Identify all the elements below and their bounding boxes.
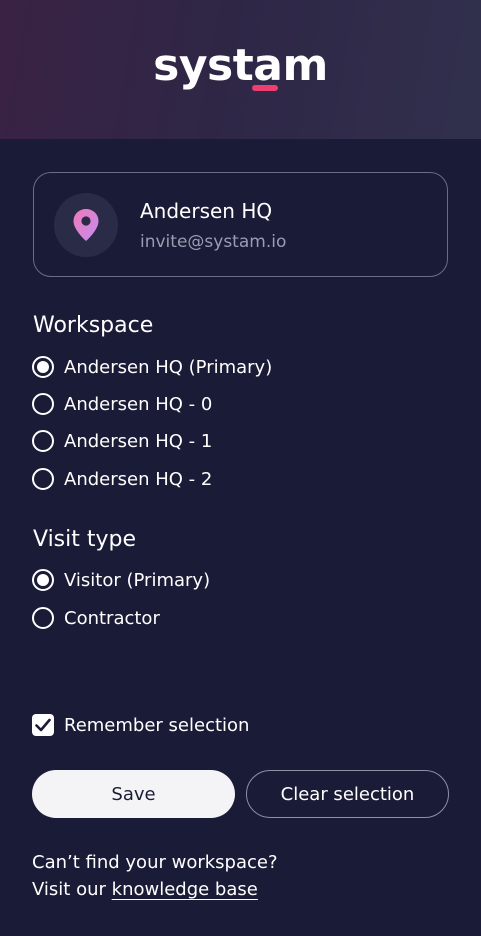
radio-button-selected[interactable]: [32, 356, 54, 378]
help-text-line1: Can’t find your workspace?: [32, 852, 278, 873]
visit-type-option-visitor[interactable]: Visitor (Primary): [32, 568, 210, 592]
save-button[interactable]: Save: [32, 770, 235, 818]
remember-selection-label: Remember selection: [64, 714, 250, 736]
radio-button[interactable]: [32, 468, 54, 490]
visit-type-section-title: Visit type: [33, 527, 137, 552]
clear-selection-button[interactable]: Clear selection: [246, 770, 449, 818]
location-card: Andersen HQ invite@systam.io: [33, 172, 448, 277]
workspace-section-title: Workspace: [33, 313, 154, 338]
remember-selection-checkbox[interactable]: [32, 714, 54, 736]
knowledge-base-link[interactable]: knowledge base: [112, 879, 258, 900]
radio-button-selected[interactable]: [32, 569, 54, 591]
visit-type-option-label: Contractor: [64, 607, 160, 629]
location-name: Andersen HQ: [140, 199, 273, 223]
workspace-option-2[interactable]: Andersen HQ - 2: [32, 467, 212, 491]
radio-button[interactable]: [32, 430, 54, 452]
location-email: invite@systam.io: [140, 232, 287, 252]
workspace-option-label: Andersen HQ - 1: [64, 430, 213, 452]
visit-type-option-label: Visitor (Primary): [64, 569, 211, 591]
workspace-option-1[interactable]: Andersen HQ - 1: [32, 429, 212, 453]
help-text-prefix: Visit our: [32, 879, 106, 900]
workspace-option-label: Andersen HQ - 2: [64, 468, 213, 490]
checkmark-icon: [35, 718, 51, 732]
workspace-option-label: Andersen HQ - 0: [64, 393, 213, 415]
header-banner: systam: [0, 0, 481, 139]
radio-button[interactable]: [32, 607, 54, 629]
systam-logo: systam: [153, 40, 328, 91]
radio-button[interactable]: [32, 393, 54, 415]
help-text-line2: Visit our knowledge base: [32, 879, 258, 900]
remember-selection-checkbox-row[interactable]: Remember selection: [32, 713, 249, 737]
workspace-option-label: Andersen HQ (Primary): [64, 356, 273, 378]
workspace-selection-page: systam Andersen HQ invite@systam.io Work…: [0, 0, 481, 936]
workspace-option-0[interactable]: Andersen HQ - 0: [32, 392, 212, 416]
workspace-option-primary[interactable]: Andersen HQ (Primary): [32, 355, 272, 379]
map-pin-icon: [73, 209, 99, 241]
location-avatar: [54, 193, 118, 257]
logo-accent-bar: [252, 85, 278, 91]
visit-type-option-contractor[interactable]: Contractor: [32, 606, 160, 630]
